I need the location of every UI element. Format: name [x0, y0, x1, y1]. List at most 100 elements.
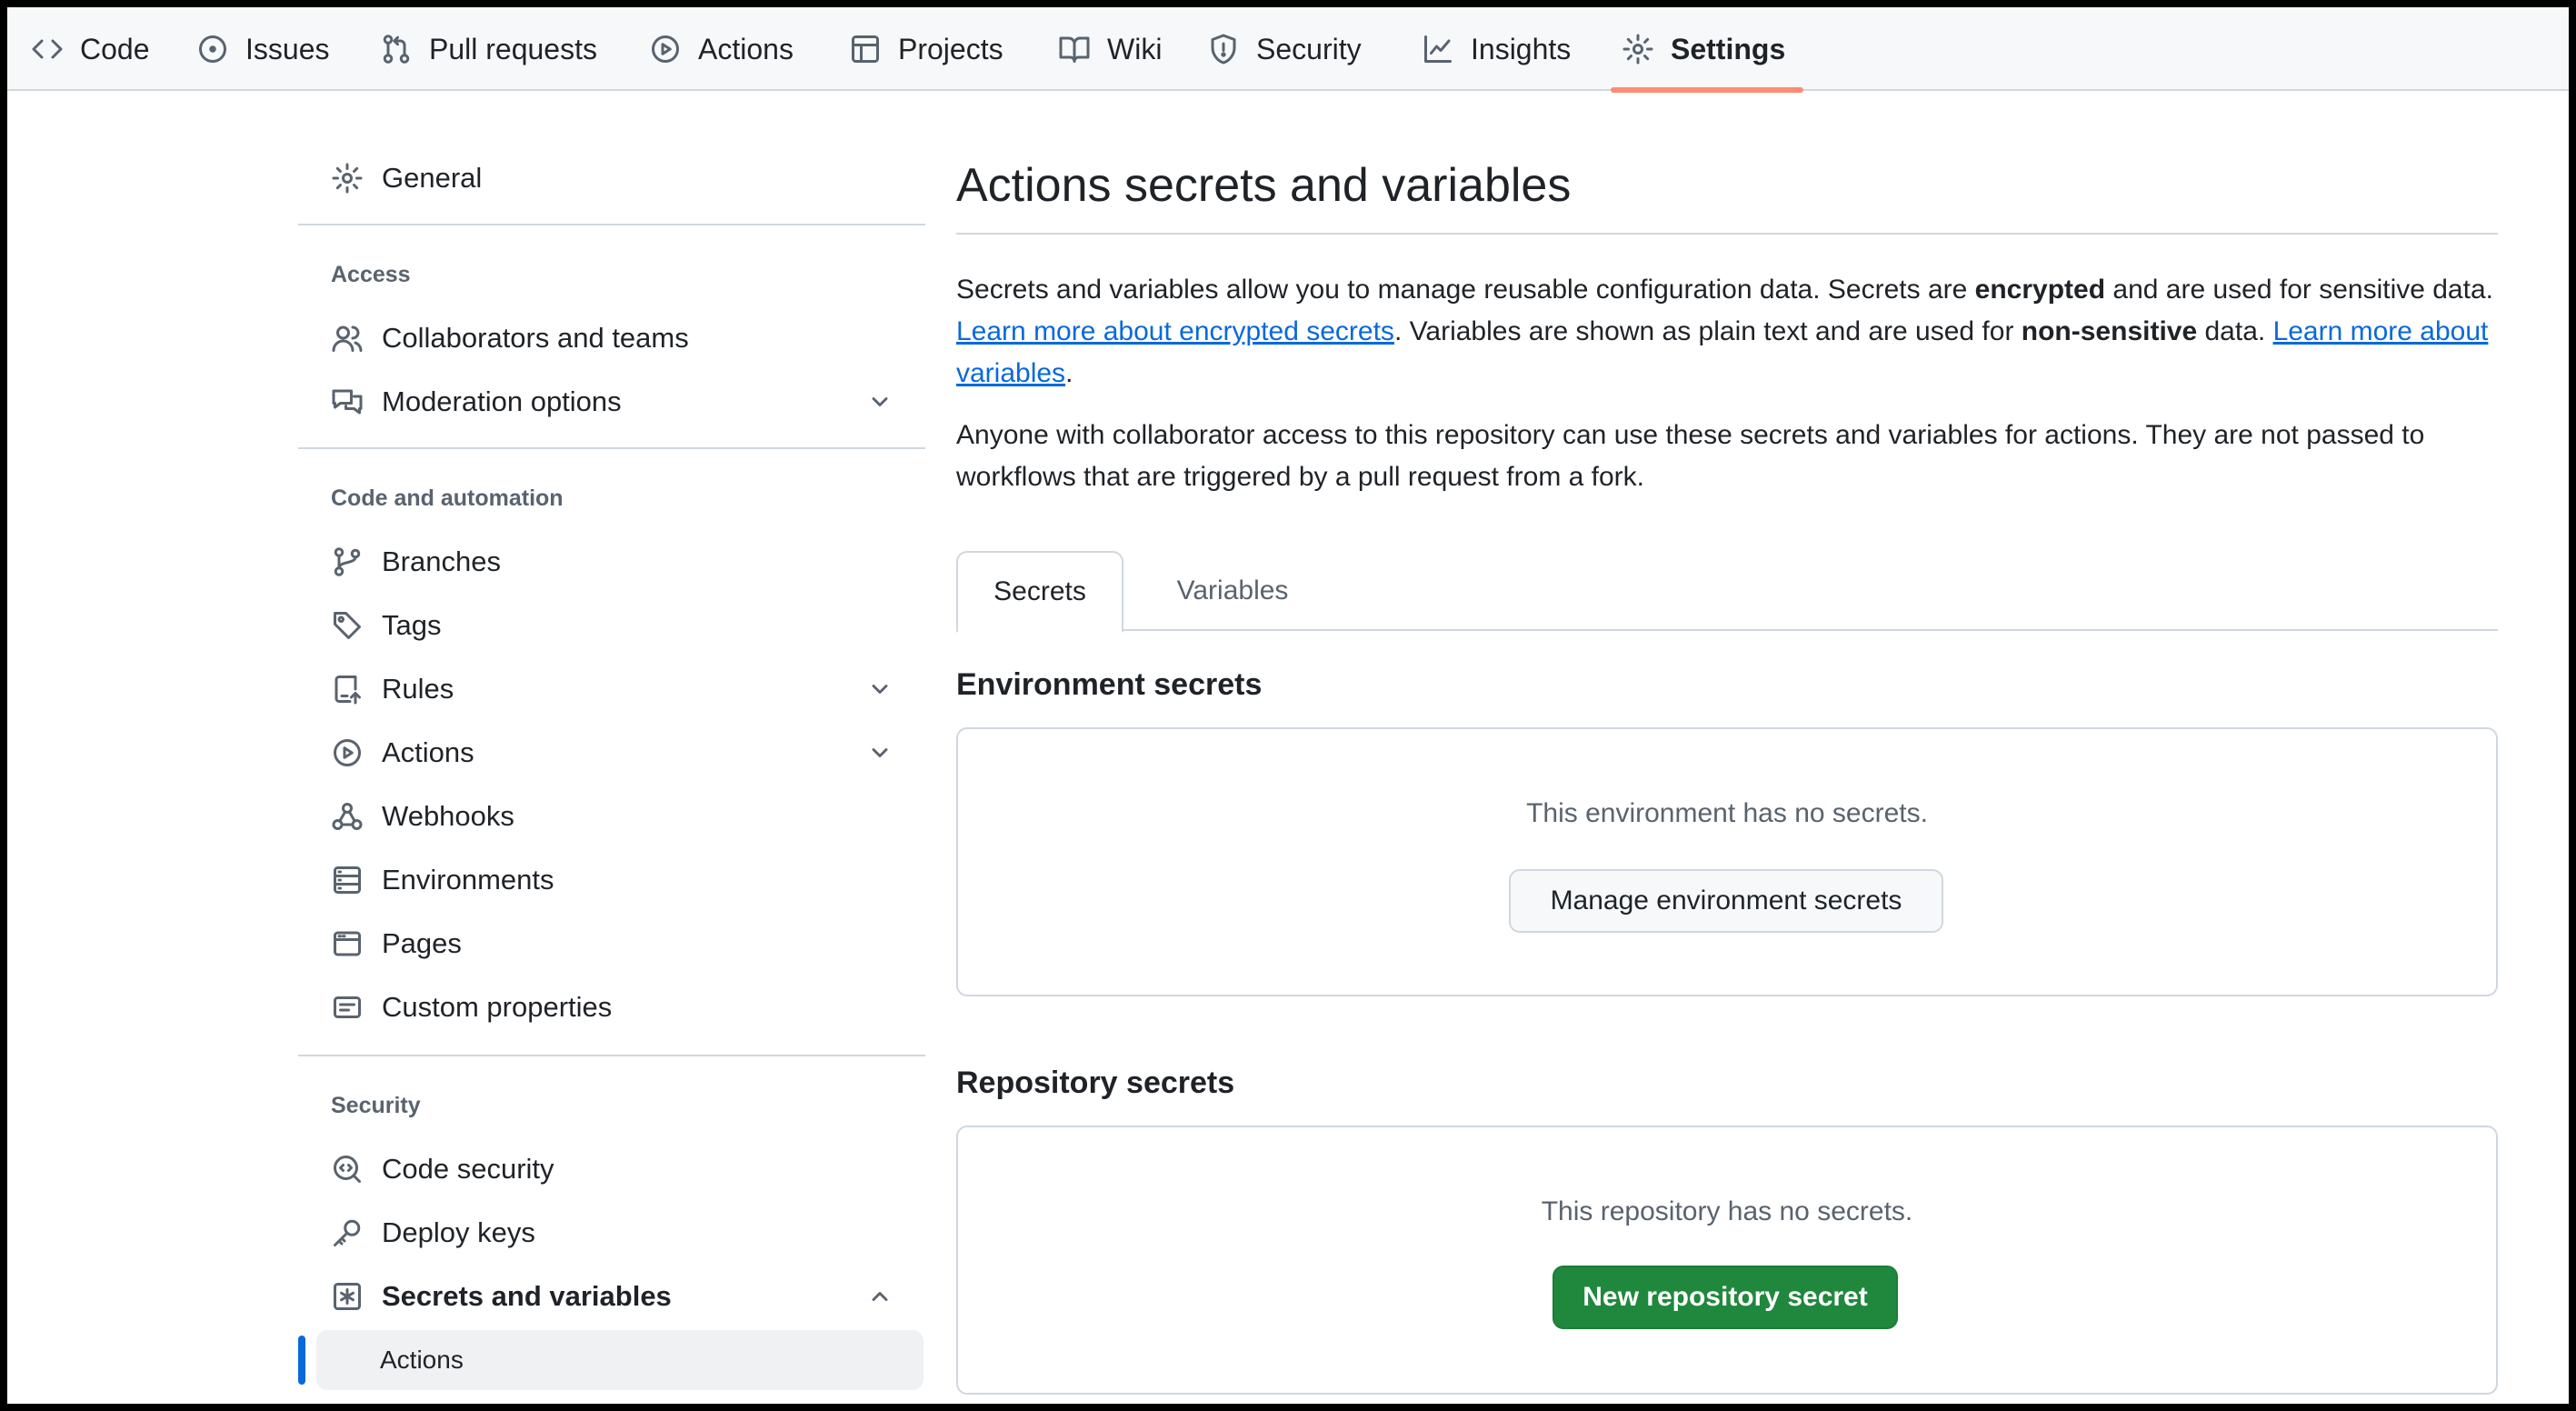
environment-empty-message: This environment has no secrets. [1526, 798, 1928, 828]
sidebar-divider [298, 447, 925, 449]
git-pull-request-icon [383, 35, 410, 64]
sidebar-item-label: Actions [382, 736, 474, 768]
sidebar-heading-code-automation: Code and automation [331, 485, 564, 511]
sidebar-item-pages[interactable]: Pages [298, 915, 925, 973]
sidebar-item-code-security[interactable]: Code security [298, 1140, 925, 1198]
issue-opened-icon [199, 35, 226, 63]
tab-pull-requests[interactable]: Pull requests [369, 7, 608, 91]
key-icon [334, 1219, 361, 1246]
tab-issues[interactable]: Issues [185, 7, 340, 91]
sidebar-item-label: Rules [382, 673, 454, 705]
sidebar-item-label: Deploy keys [382, 1216, 535, 1248]
tab-variables[interactable]: Variables [1149, 551, 1316, 631]
description: Secrets and variables allow you to manag… [956, 269, 2498, 395]
sidebar-item-moderation[interactable]: Moderation options [298, 373, 925, 431]
description-text: . Variables are shown as plain text and … [1393, 316, 2022, 346]
tab-wiki[interactable]: Wiki [1047, 7, 1173, 91]
sidebar-item-deploy-keys[interactable]: Deploy keys [298, 1204, 925, 1262]
book-icon [1059, 36, 1090, 63]
codescan-icon [334, 1156, 361, 1183]
sidebar-item-label: Collaborators and teams [382, 322, 689, 354]
tab-pull-requests-label: Pull requests [429, 32, 597, 65]
environment-secrets-title: Environment secrets [956, 667, 1263, 702]
title-divider [956, 233, 2498, 235]
sidebar-subitem-label: Actions [380, 1346, 464, 1374]
tab-projects-label: Projects [898, 32, 1003, 65]
sidebar-item-label: Code security [382, 1153, 554, 1185]
sidebar-item-label: Custom properties [382, 991, 613, 1023]
repository-empty-message: This repository has no secrets. [1541, 1196, 1913, 1226]
sidebar-item-label: Branches [382, 545, 501, 577]
selected-indicator [298, 1336, 305, 1385]
tag-icon [334, 612, 361, 639]
tab-settings-label: Settings [1671, 32, 1786, 65]
sidebar-item-tags[interactable]: Tags [298, 596, 925, 655]
repo-push-icon [334, 675, 361, 705]
description-bold: non-sensitive [2021, 316, 2198, 346]
sidebar-item-label: Secrets and variables [382, 1280, 672, 1312]
sidebar-item-webhooks[interactable]: Webhooks [298, 787, 925, 846]
tab-actions-label: Actions [698, 32, 794, 65]
sidebar-item-general[interactable]: General [298, 149, 925, 207]
sidebar-item-custom-properties[interactable]: Custom properties [298, 978, 925, 1036]
sidebar-item-rules[interactable]: Rules [298, 660, 925, 718]
git-branch-icon [334, 547, 361, 576]
tab-wiki-label: Wiki [1107, 32, 1163, 65]
manage-environment-secrets-button[interactable]: Manage environment secrets [1509, 869, 1943, 933]
page-title: Actions secrets and variables [956, 159, 1572, 212]
sidebar-item-branches[interactable]: Branches [298, 533, 925, 591]
sidebar-item-collaborators[interactable]: Collaborators and teams [298, 309, 925, 367]
learn-more-secrets-link[interactable]: Learn more about encrypted secrets [956, 316, 1394, 346]
comment-discussion-icon [332, 389, 363, 415]
description-text: . [1065, 358, 1073, 388]
sidebar-item-environments[interactable]: Environments [298, 851, 925, 909]
play-icon [334, 739, 361, 766]
sidebar-item-label: Environments [382, 864, 554, 896]
repo-nav: Code Issues Pull requests Actions Projec… [7, 7, 2569, 93]
sidebar-item-label: Moderation options [382, 385, 622, 417]
tab-insights-label: Insights [1471, 32, 1572, 65]
table-icon [852, 35, 879, 63]
sidebar-subitem-actions[interactable]: Actions [316, 1330, 924, 1390]
key-asterisk-icon [334, 1283, 361, 1310]
server-icon [334, 866, 361, 894]
tab-secrets[interactable]: Secrets [956, 551, 1123, 633]
secrets-variables-tabs: Secrets Variables [956, 551, 2498, 633]
sidebar-item-label: Pages [382, 927, 462, 959]
tab-code[interactable]: Code [20, 7, 161, 91]
tab-projects[interactable]: Projects [838, 7, 1014, 91]
sidebar-item-secrets-variables[interactable]: Secrets and variables [298, 1267, 925, 1326]
sidebar-item-actions[interactable]: Actions [298, 724, 925, 782]
repository-secrets-box: This repository has no secrets. New repo… [956, 1126, 2498, 1395]
tab-settings[interactable]: Settings [1611, 7, 1803, 93]
description-text: and are used for sensitive data. [2105, 275, 2493, 305]
sidebar-item-label: General [382, 162, 483, 194]
tab-security-label: Security [1256, 32, 1362, 65]
tab-insights[interactable]: Insights [1411, 7, 1582, 91]
chevron-down-icon [872, 748, 888, 757]
description-text: data. [2197, 316, 2273, 346]
graph-icon [1424, 35, 1452, 63]
sidebar-heading-security: Security [331, 1093, 421, 1118]
tab-actions[interactable]: Actions [638, 7, 804, 91]
new-repository-secret-button[interactable]: New repository secret [1553, 1266, 1898, 1329]
tab-security[interactable]: Security [1196, 7, 1373, 91]
environment-secrets-box: This environment has no secrets. Manage … [956, 727, 2498, 996]
code-icon [32, 39, 63, 59]
sidebar-heading-access: Access [331, 262, 411, 287]
description-text: Secrets and variables allow you to manag… [956, 275, 1975, 305]
description-bold: encrypted [1974, 275, 2106, 305]
sidebar-item-label: Webhooks [382, 800, 514, 832]
sidebar-divider [298, 224, 925, 225]
access-note: Anyone with collaborator access to this … [956, 420, 2425, 492]
gear-icon [1622, 34, 1653, 65]
tab-code-label: Code [80, 32, 150, 65]
people-icon [332, 325, 363, 352]
repository-secrets-title: Repository secrets [956, 1066, 1235, 1100]
chevron-up-icon [872, 1292, 888, 1301]
sidebar-divider [298, 1055, 925, 1056]
tab-issues-label: Issues [245, 32, 330, 65]
browser-frame: Code Issues Pull requests Actions Projec… [7, 7, 2569, 1404]
gear-icon [332, 163, 363, 194]
browser-icon [334, 931, 361, 956]
